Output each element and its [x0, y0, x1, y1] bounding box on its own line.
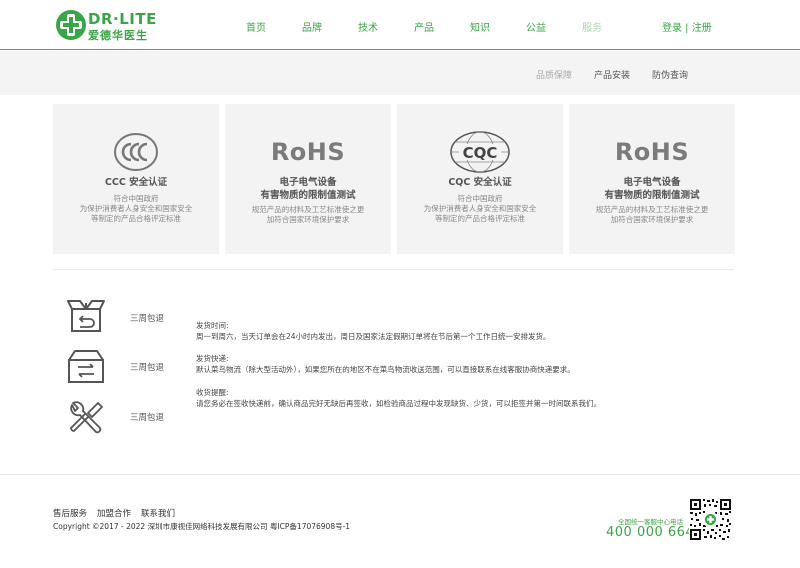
footer-links: 售后服务 加盟合作 联系我们	[53, 507, 185, 519]
service-label: 三周包退	[130, 363, 165, 373]
cqc-mark-icon: CQC	[397, 130, 563, 174]
subnav-quality[interactable]: 品质保障	[536, 68, 572, 81]
cert-desc-line: 加符合国家环境保护要求	[610, 215, 694, 224]
cert-card-cqc: CQC CQC 安全认证 符合中国政府 为保护消费者人身安全和国家安全 等制定的…	[397, 104, 563, 254]
footer-divider	[0, 474, 800, 475]
cert-desc: 符合中国政府 为保护消费者人身安全和国家安全 等制定的产品合格评定标准	[407, 194, 553, 224]
info-text: 请您务必在签收快递前，确认商品完好无缺后再签收，如检验商品过程中发现缺货、少货，…	[196, 399, 601, 408]
return-box-icon	[67, 300, 105, 332]
cert-desc-line: 加符合国家环境保护要求	[266, 215, 350, 224]
nav-home[interactable]: 首页	[228, 19, 284, 34]
cert-card-rohs: RoHS 电子电气设备 有害物质的限制值测试 规范产品的材料及工艺标准使之更 加…	[225, 104, 391, 254]
exchange-box-icon	[68, 350, 104, 383]
certification-cards: CCC 安全认证 符合中国政府 为保护消费者人身安全和国家安全 等制定的产品合格…	[53, 104, 735, 254]
section-divider	[53, 269, 734, 270]
ccc-mark-icon	[53, 130, 219, 174]
footer-link-franchise[interactable]: 加盟合作	[97, 507, 131, 519]
service-label: 三周包退	[130, 413, 165, 423]
info-heading: 收货提醒:	[196, 388, 229, 397]
cert-desc-line: 符合中国政府	[457, 194, 503, 203]
subnav-installation[interactable]: 产品安装	[594, 68, 630, 81]
cert-desc-line: 等制定的产品合格评定标准	[435, 214, 525, 223]
footer-link-contact[interactable]: 联系我们	[141, 507, 175, 519]
cert-title: CQC 安全认证	[448, 177, 512, 188]
cert-title: 电子电气设备 有害物质的限制值测试	[260, 177, 356, 201]
main-nav: 首页 品牌 技术 产品 知识 公益 服务	[228, 19, 620, 34]
login-register-link[interactable]: 登录 | 注册	[662, 19, 712, 34]
cert-desc-line: 规范产品的材料及工艺标准使之更	[595, 205, 709, 214]
site-header: DR·LITE 爱德华医生 首页 品牌 技术 产品 知识 公益 服务 登录 | …	[0, 0, 800, 50]
nav-products[interactable]: 产品	[396, 19, 452, 34]
cert-desc-line: 符合中国政府	[113, 194, 159, 203]
cert-title: CCC 安全认证	[104, 177, 168, 188]
info-text: 默认菜鸟物流（除大型活动外），如果您所在的地区不在菜鸟物流收送范围，可以直接联系…	[196, 365, 575, 374]
cert-card-rohs: RoHS 电子电气设备 有害物质的限制值测试 规范产品的材料及工艺标准使之更 加…	[569, 104, 735, 254]
cert-title: 电子电气设备 有害物质的限制值测试	[604, 177, 700, 201]
cert-desc-line: 规范产品的材料及工艺标准使之更	[251, 205, 365, 214]
logo-text-en: DR·LITE	[88, 10, 157, 28]
cert-desc: 符合中国政府 为保护消费者人身安全和国家安全 等制定的产品合格评定标准	[63, 194, 209, 224]
nav-knowledge[interactable]: 知识	[452, 19, 508, 34]
copyright: Copyright ©2017 - 2022 深圳市康视佳网络科技发展有限公司 …	[53, 522, 351, 531]
nav-technology[interactable]: 技术	[340, 19, 396, 34]
brand-logo[interactable]: DR·LITE 爱德华医生	[55, 9, 157, 43]
rohs-mark: RoHS	[225, 130, 391, 174]
cert-desc-line: 为保护消费者人身安全和国家安全	[423, 204, 537, 213]
receipt-reminder-info: 收货提醒: 请您务必在签收快递前，确认商品完好无缺后再签收，如检验商品过程中发现…	[196, 387, 601, 409]
cert-desc-line: 等制定的产品合格评定标准	[91, 214, 181, 223]
footer-link-after-sales[interactable]: 售后服务	[53, 507, 87, 519]
info-heading: 发货快递:	[196, 354, 229, 363]
tools-icon	[70, 401, 103, 434]
cert-desc: 规范产品的材料及工艺标准使之更 加符合国家环境保护要求	[235, 205, 381, 225]
rohs-mark: RoHS	[569, 130, 735, 174]
sub-nav-bar: 品质保障 产品安装 防伪查询	[0, 51, 800, 95]
shipping-time-info: 发货时间: 周一到周六，当天订单会在24小时内发出，周日及国家法定假期订单将在节…	[196, 320, 551, 342]
info-text: 周一到周六，当天订单会在24小时内发出，周日及国家法定假期订单将在节后第一个工作…	[196, 332, 551, 341]
qr-code-icon	[689, 498, 732, 541]
nav-service[interactable]: 服务	[564, 19, 620, 34]
sub-nav: 品质保障 产品安装 防伪查询	[514, 68, 688, 81]
shipping-courier-info: 发货快递: 默认菜鸟物流（除大型活动外），如果您所在的地区不在菜鸟物流收送范围，…	[196, 353, 575, 375]
cert-desc: 规范产品的材料及工艺标准使之更 加符合国家环境保护要求	[579, 205, 725, 225]
rohs-logo: RoHS	[270, 138, 346, 166]
rohs-logo: RoHS	[614, 138, 690, 166]
subnav-anticounterfeit[interactable]: 防伪查询	[652, 68, 688, 81]
nav-charity[interactable]: 公益	[508, 19, 564, 34]
svg-text:CQC: CQC	[463, 144, 498, 162]
info-heading: 发货时间:	[196, 321, 229, 330]
service-label: 三周包退	[130, 314, 165, 324]
nav-brand[interactable]: 品牌	[284, 19, 340, 34]
medical-cross-icon	[56, 10, 86, 40]
cert-desc-line: 为保护消费者人身安全和国家安全	[79, 204, 193, 213]
cert-card-ccc: CCC 安全认证 符合中国政府 为保护消费者人身安全和国家安全 等制定的产品合格…	[53, 104, 219, 254]
logo-text-cn: 爱德华医生	[88, 29, 148, 42]
